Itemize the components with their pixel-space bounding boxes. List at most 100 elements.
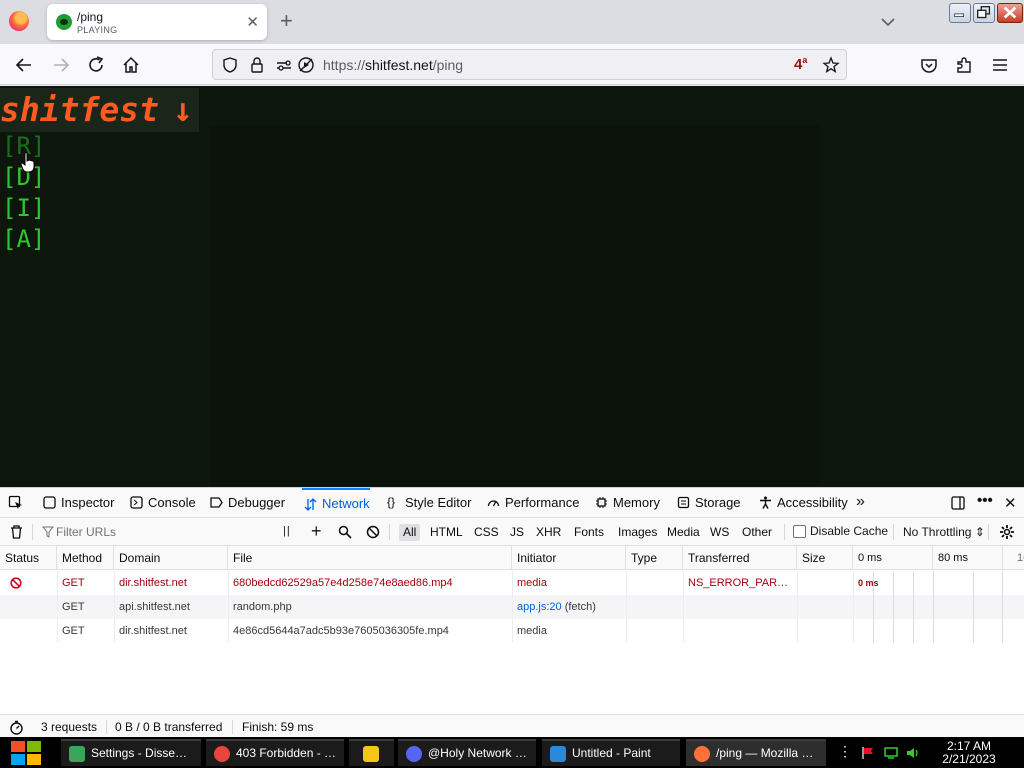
- filter-xhr[interactable]: XHR: [532, 524, 565, 541]
- search-icon[interactable]: [338, 525, 352, 539]
- disable-cache-checkbox[interactable]: [793, 525, 806, 538]
- taskbar-item-discord[interactable]: @Holy Network …: [398, 739, 536, 766]
- col-status[interactable]: Status: [0, 546, 57, 570]
- col-size[interactable]: Size: [797, 546, 853, 570]
- tab-accessibility[interactable]: Accessibility: [757, 488, 848, 518]
- request-initiator: media: [517, 625, 547, 637]
- throttling-select[interactable]: No Throttling ⇕: [903, 525, 985, 539]
- restore-button[interactable]: [973, 3, 995, 23]
- menu-link-a[interactable]: [A]: [2, 225, 45, 253]
- tab-debugger[interactable]: Debugger: [208, 488, 285, 518]
- tab-performance[interactable]: Performance: [485, 488, 579, 518]
- request-count: 3 requests: [41, 720, 98, 734]
- filter-css[interactable]: CSS: [470, 524, 503, 541]
- volume-icon[interactable]: [906, 746, 920, 760]
- taskbar-item-firefox[interactable]: /ping — Mozilla …: [686, 739, 826, 766]
- taskbar-item-explorer[interactable]: [349, 739, 394, 766]
- new-tab-button[interactable]: +: [280, 9, 293, 33]
- dock-side-icon[interactable]: [950, 495, 966, 511]
- lock-icon[interactable]: [249, 56, 265, 74]
- filter-urls-input[interactable]: [38, 522, 268, 542]
- flag-icon[interactable]: [861, 746, 875, 760]
- taskbar-item-paint[interactable]: Untitled - Paint: [542, 739, 680, 766]
- element-picker-icon[interactable]: [8, 495, 24, 511]
- more-options-icon[interactable]: •••: [977, 492, 993, 509]
- bookmark-star-icon[interactable]: [822, 56, 840, 74]
- taskbar-item-chrome[interactable]: 403 Forbidden - …: [206, 739, 344, 766]
- tab-memory[interactable]: Memory: [593, 488, 660, 518]
- request-initiator: app.js:20 (fetch): [517, 601, 596, 613]
- col-type[interactable]: Type: [626, 546, 683, 570]
- tab-storage[interactable]: Storage: [675, 488, 741, 518]
- tab-network[interactable]: Network: [302, 488, 370, 518]
- col-transferred[interactable]: Transferred: [683, 546, 797, 570]
- tab-ping[interactable]: /ping PLAYING ✕: [47, 4, 267, 40]
- request-file: 680bedcd62529a57e4d258e74e8aed86.mp4: [233, 577, 453, 589]
- col-method[interactable]: Method: [57, 546, 114, 570]
- col-waterfall[interactable]: 0 ms: [853, 546, 933, 570]
- col-domain[interactable]: Domain: [114, 546, 228, 570]
- filter-js[interactable]: JS: [506, 524, 528, 541]
- url-bar[interactable]: https://shitfest.net/ping 4a: [212, 49, 847, 80]
- filter-images[interactable]: Images: [614, 524, 661, 541]
- performance-icon: [487, 500, 500, 507]
- filter-ws[interactable]: WS: [706, 524, 733, 541]
- filter-other[interactable]: Other: [738, 524, 776, 541]
- system-clock[interactable]: 2:17 AM 2/21/2023: [933, 740, 1005, 766]
- windows-start-icon[interactable]: [9, 739, 43, 766]
- home-icon[interactable]: [120, 54, 142, 76]
- tab-console[interactable]: Console: [128, 488, 196, 518]
- disable-cache-label[interactable]: Disable Cache: [810, 524, 888, 538]
- initiator-link[interactable]: app.js:20: [517, 601, 562, 613]
- tab-inspector[interactable]: Inspector: [41, 488, 114, 518]
- hamburger-menu-icon[interactable]: [989, 54, 1011, 76]
- add-icon[interactable]: +: [311, 521, 322, 542]
- stopwatch-icon[interactable]: [9, 720, 24, 735]
- url-text[interactable]: https://shitfest.net/ping: [323, 57, 463, 73]
- close-devtools-icon[interactable]: ✕: [1004, 494, 1017, 512]
- taskbar-item-settings[interactable]: Settings - Disse…: [61, 739, 201, 766]
- request-transferred: NS_ERROR_PAR…: [688, 577, 789, 589]
- pocket-icon[interactable]: [918, 54, 940, 76]
- autoplay-blocked-icon[interactable]: [297, 56, 315, 74]
- filter-fonts[interactable]: Fonts: [570, 524, 608, 541]
- inspector-icon: [43, 496, 56, 509]
- devtools-panel: Inspector Console Debugger Network {} Sty…: [0, 487, 1024, 738]
- firefox-logo-icon[interactable]: [9, 11, 29, 31]
- storage-icon: [677, 496, 690, 509]
- accessibility-icon: [760, 496, 771, 509]
- filter-media[interactable]: Media: [663, 524, 704, 541]
- tab-strip: /ping PLAYING ✕ +: [0, 0, 1024, 44]
- block-icon[interactable]: [366, 525, 380, 539]
- filter-html[interactable]: HTML: [426, 524, 467, 541]
- page-content: shitfest ↓ [R] [D] [I] [A]: [0, 86, 1024, 487]
- reload-icon[interactable]: [85, 54, 107, 76]
- request-file: 4e86cd5644a7adc5b93e7605036305fe.mp4: [233, 625, 449, 637]
- pause-icon[interactable]: ||: [283, 525, 291, 537]
- col-file[interactable]: File: [228, 546, 512, 570]
- tray-overflow-icon[interactable]: ⋮: [838, 743, 852, 760]
- close-tab-icon[interactable]: ✕: [246, 13, 259, 31]
- extensions-icon[interactable]: [953, 54, 975, 76]
- request-method: GET: [62, 577, 85, 589]
- memory-icon: [596, 497, 607, 508]
- back-arrow-icon[interactable]: [13, 54, 35, 76]
- forward-arrow-icon[interactable]: [50, 54, 72, 76]
- minimize-button[interactable]: [949, 3, 971, 23]
- tab-style-editor[interactable]: {} Style Editor: [385, 488, 471, 518]
- shield-icon[interactable]: [221, 56, 239, 74]
- debugger-icon: [210, 497, 223, 508]
- gear-icon[interactable]: [999, 524, 1015, 540]
- menu-link-i[interactable]: [I]: [2, 194, 45, 222]
- chevron-down-icon[interactable]: [878, 12, 898, 32]
- col-initiator[interactable]: Initiator: [512, 546, 626, 570]
- network-tray-icon[interactable]: [884, 746, 898, 760]
- more-tabs-chevron-icon[interactable]: »: [856, 493, 865, 511]
- tab-playing-label: PLAYING: [77, 25, 118, 35]
- request-table-header: Status Method Domain File Initiator Type…: [0, 546, 1024, 570]
- filter-all[interactable]: All: [399, 524, 421, 541]
- trash-icon[interactable]: [9, 524, 24, 540]
- close-window-button[interactable]: [997, 3, 1023, 23]
- devtools-tabbar: Inspector Console Debugger Network {} Sty…: [0, 488, 1024, 518]
- permissions-icon[interactable]: [275, 56, 293, 74]
